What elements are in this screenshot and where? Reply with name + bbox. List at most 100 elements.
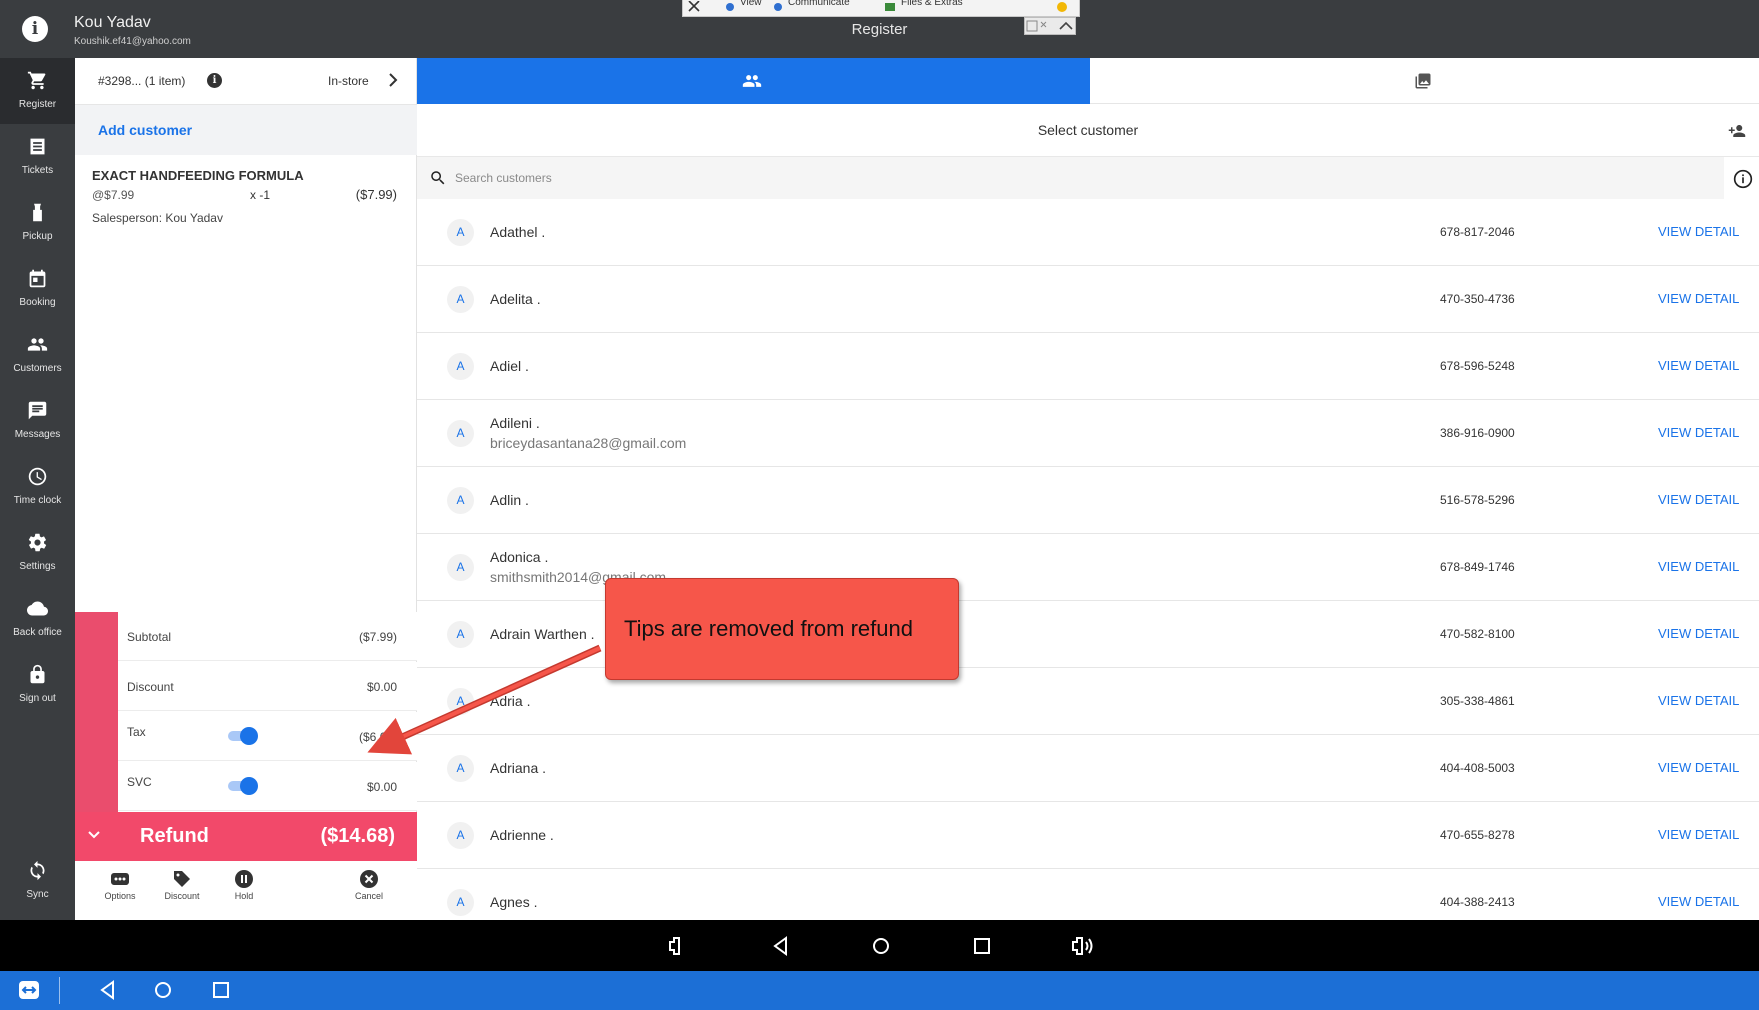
page-title: Register bbox=[851, 21, 908, 38]
nav-customers[interactable]: Customers bbox=[0, 322, 75, 388]
gallery-icon bbox=[1415, 73, 1431, 89]
view-detail-link[interactable]: VIEW DETAIL bbox=[1658, 693, 1739, 708]
search-input[interactable] bbox=[455, 165, 1555, 191]
volume-up-icon[interactable] bbox=[1070, 934, 1094, 958]
nav-label: Pickup bbox=[22, 231, 53, 242]
nav-messages[interactable]: Messages bbox=[0, 388, 75, 454]
customer-phone: 386-916-0900 bbox=[1440, 426, 1515, 440]
view-detail-link[interactable]: VIEW DETAIL bbox=[1658, 291, 1739, 306]
customer-row[interactable]: A Adrienne . 470-655-8278 VIEW DETAIL bbox=[417, 802, 1759, 869]
order-channel[interactable]: In-store bbox=[328, 74, 369, 88]
info-circle-icon[interactable] bbox=[1733, 169, 1753, 189]
customer-row[interactable]: A Adlin . 516-578-5296 VIEW DETAIL bbox=[417, 467, 1759, 534]
customer-row[interactable]: A Adriana . 404-408-5003 VIEW DETAIL bbox=[417, 735, 1759, 802]
customer-name: Adonica . bbox=[490, 549, 549, 565]
people-icon bbox=[27, 338, 48, 351]
smiley-icon[interactable] bbox=[1055, 1, 1069, 12]
recents-icon[interactable] bbox=[210, 979, 232, 1001]
recents-icon[interactable] bbox=[970, 934, 994, 958]
customer-row[interactable]: A Adiel . 678-596-5248 VIEW DETAIL bbox=[417, 333, 1759, 400]
lock-icon bbox=[30, 664, 45, 684]
view-detail-link[interactable]: VIEW DETAIL bbox=[1658, 559, 1739, 574]
refund-label: Refund bbox=[140, 825, 209, 847]
refund-indicator-strip bbox=[75, 612, 118, 812]
nav-label: Register bbox=[18, 99, 57, 110]
customer-row[interactable]: A Adathel . 678-817-2046 VIEW DETAIL bbox=[417, 199, 1759, 266]
customer-phone: 678-596-5248 bbox=[1440, 359, 1515, 373]
discount-button[interactable]: Discount bbox=[152, 869, 212, 901]
view-detail-link[interactable]: VIEW DETAIL bbox=[1658, 626, 1739, 641]
view-detail-link[interactable]: VIEW DETAIL bbox=[1658, 358, 1739, 373]
discount-value: $0.00 bbox=[366, 680, 397, 694]
customer-row[interactable]: A Agnes . 404-388-2413 VIEW DETAIL bbox=[417, 869, 1759, 919]
nav-sync[interactable]: Sync bbox=[0, 848, 75, 914]
chevron-right-icon[interactable] bbox=[387, 73, 399, 87]
nav-label: Time clock bbox=[13, 495, 62, 506]
volume-down-icon[interactable] bbox=[665, 934, 689, 958]
customer-phone: 470-655-8278 bbox=[1440, 828, 1515, 842]
options-icon bbox=[111, 873, 129, 885]
toolbar-communicate[interactable]: Communicate bbox=[788, 0, 850, 8]
nav-label: Tickets bbox=[21, 165, 54, 176]
back-icon[interactable] bbox=[97, 979, 119, 1001]
options-button[interactable]: Options bbox=[90, 869, 150, 901]
toolbar-collapse[interactable] bbox=[1024, 17, 1076, 35]
add-person-icon[interactable] bbox=[1727, 122, 1747, 140]
view-detail-link[interactable]: VIEW DETAIL bbox=[1658, 760, 1739, 775]
message-icon bbox=[28, 401, 47, 420]
order-info-icon[interactable]: i bbox=[207, 73, 222, 88]
home-icon[interactable] bbox=[152, 979, 174, 1001]
cart-item[interactable]: EXACT HANDFEEDING FORMULA @$7.99 x -1 ($… bbox=[75, 155, 417, 240]
item-name: EXACT HANDFEEDING FORMULA bbox=[92, 168, 304, 183]
svc-toggle[interactable] bbox=[228, 776, 258, 796]
customer-name: Adileni . bbox=[490, 415, 540, 431]
nav-back-office[interactable]: Back office bbox=[0, 586, 75, 652]
options-label: Options bbox=[104, 891, 136, 901]
view-icon bbox=[726, 3, 734, 11]
subtotal-label: Subtotal bbox=[127, 630, 172, 644]
customer-name: Agnes . bbox=[490, 894, 538, 910]
cancel-button[interactable]: Cancel bbox=[339, 869, 399, 901]
back-icon[interactable] bbox=[769, 934, 793, 958]
customer-name: Adriana . bbox=[490, 760, 547, 776]
tab-gallery[interactable] bbox=[1090, 58, 1759, 104]
nav-pickup[interactable]: Pickup bbox=[0, 190, 75, 256]
item-quantity: x -1 bbox=[250, 188, 271, 202]
nav-settings[interactable]: Settings bbox=[0, 520, 75, 586]
totals-section: Subtotal ($7.99) Discount $0.00 Tax ($6.… bbox=[75, 612, 417, 812]
customer-avatar: A bbox=[447, 487, 474, 514]
add-customer-button[interactable]: Add customer bbox=[75, 105, 417, 155]
customer-email: briceydasantana28@gmail.com bbox=[490, 435, 687, 451]
tab-customers[interactable] bbox=[417, 58, 1090, 104]
hold-button[interactable]: Hold bbox=[214, 869, 274, 901]
customer-phone: 404-388-2413 bbox=[1440, 895, 1515, 909]
view-detail-link[interactable]: VIEW DETAIL bbox=[1658, 827, 1739, 842]
customer-row[interactable]: A Adelita . 470-350-4736 VIEW DETAIL bbox=[417, 266, 1759, 333]
nav-booking[interactable]: Booking bbox=[0, 256, 75, 322]
toolbar-view[interactable]: View bbox=[740, 0, 762, 8]
subtotal-value: ($7.99) bbox=[358, 630, 397, 644]
nav-sign-out[interactable]: Sign out bbox=[0, 652, 75, 718]
customer-name: Adathel . bbox=[490, 224, 546, 240]
chevron-down-icon[interactable] bbox=[87, 828, 101, 842]
customer-avatar: A bbox=[447, 889, 474, 916]
close-icon[interactable] bbox=[687, 1, 701, 12]
nav-register[interactable]: Register bbox=[0, 58, 75, 124]
order-header[interactable]: #3298... (1 item) i In-store bbox=[75, 58, 417, 105]
tax-toggle[interactable] bbox=[228, 726, 258, 746]
customer-row[interactable]: A Adileni . briceydasantana28@gmail.com 386… bbox=[417, 400, 1759, 467]
customer-search bbox=[417, 157, 1724, 199]
view-detail-link[interactable]: VIEW DETAIL bbox=[1658, 894, 1739, 909]
nav-tickets[interactable]: Tickets bbox=[0, 124, 75, 190]
view-detail-link[interactable]: VIEW DETAIL bbox=[1658, 224, 1739, 239]
remote-toolbar: View Communicate Files & Extras bbox=[682, 0, 1080, 17]
communicate-icon bbox=[774, 3, 782, 11]
home-icon[interactable] bbox=[869, 934, 893, 958]
nav-time-clock[interactable]: Time clock bbox=[0, 454, 75, 520]
view-detail-link[interactable]: VIEW DETAIL bbox=[1658, 492, 1739, 507]
customer-phone: 470-350-4736 bbox=[1440, 292, 1515, 306]
view-detail-link[interactable]: VIEW DETAIL bbox=[1658, 425, 1739, 440]
refund-button[interactable]: Refund ($14.68) bbox=[75, 812, 417, 861]
toolbar-files[interactable]: Files & Extras bbox=[901, 0, 963, 8]
teamviewer-icon[interactable] bbox=[18, 979, 40, 1001]
